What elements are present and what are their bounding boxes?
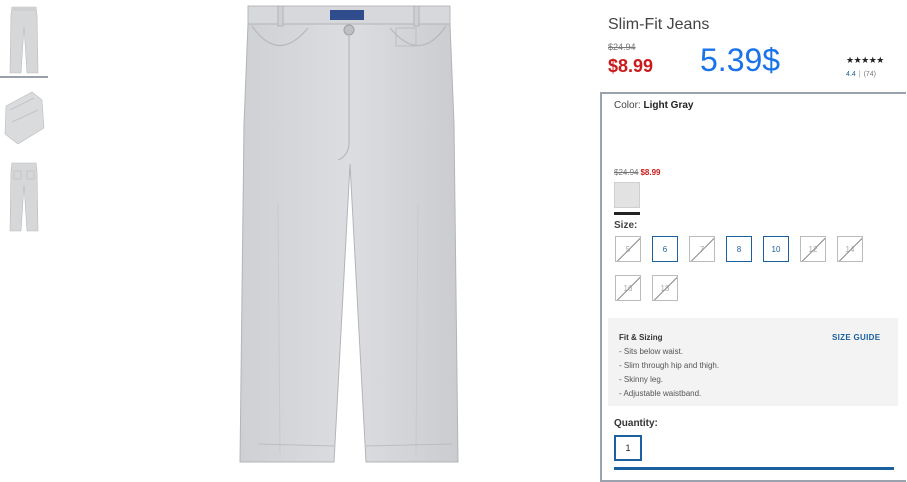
size-option-14[interactable]: 14 (837, 236, 863, 262)
size-option-16[interactable]: 16 (615, 275, 641, 301)
size-option-label: 18 (660, 283, 670, 293)
size-option-label: 12 (808, 244, 818, 254)
size-option-label: 16 (623, 283, 633, 293)
swatch-sale-price: $8.99 (640, 168, 661, 177)
fit-detail-line: - Sits below waist. (619, 347, 684, 356)
thumbnail-folded[interactable] (0, 86, 48, 148)
size-option-label: 8 (736, 244, 742, 254)
size-option-label: 5 (625, 244, 631, 254)
rating-stars-icon[interactable]: ★★★★★ (846, 55, 884, 66)
swatch-original-price: $24.94 (614, 168, 639, 177)
thumbnail-front[interactable] (0, 4, 48, 78)
overlay-price: 5.39$ (700, 42, 781, 78)
size-option-12[interactable]: 12 (800, 236, 826, 262)
sale-price: $8.99 (608, 56, 654, 76)
fit-detail-line: - Adjustable waistband. (619, 389, 702, 398)
color-label-text: Color: (614, 100, 641, 111)
size-option-label: 10 (771, 244, 781, 254)
size-option-8[interactable]: 8 (726, 236, 752, 262)
size-option-7[interactable]: 7 (689, 236, 715, 262)
product-title: Slim-Fit Jeans (608, 16, 710, 33)
fit-sizing-title: Fit & Sizing (619, 333, 663, 342)
swatch-selected-indicator (614, 212, 640, 215)
review-count: (74) (863, 71, 877, 78)
size-option-label: 6 (662, 244, 668, 254)
size-option-label: 7 (699, 244, 705, 254)
fit-detail-line: - Skinny leg. (619, 375, 664, 384)
size-option-label: 14 (845, 244, 855, 254)
jeans-thumbnail-back-icon (9, 162, 39, 232)
rating-value: 4.4 (846, 71, 856, 78)
size-option-18[interactable]: 18 (652, 275, 678, 301)
product-image-jeans (239, 5, 459, 463)
jeans-thumbnail-front-icon (9, 6, 39, 74)
original-price: $24.94 (608, 42, 636, 52)
size-option-6[interactable]: 6 (652, 236, 678, 262)
jeans-thumbnail-folded-icon (4, 91, 45, 145)
thumbnail-back[interactable] (0, 160, 48, 234)
rating-summary[interactable]: 4.4 | (74) (846, 71, 876, 78)
size-option-5[interactable]: 5 (615, 236, 641, 262)
size-guide-link[interactable]: SIZE GUIDE (832, 333, 880, 342)
quantity-label: Quantity: (614, 418, 658, 429)
color-swatch-light-gray[interactable] (614, 182, 640, 208)
quantity-input[interactable]: 1 (614, 435, 642, 461)
size-option-10[interactable]: 10 (763, 236, 789, 262)
color-value: Light Gray (643, 100, 694, 111)
fit-detail-line: - Slim through hip and thigh. (619, 361, 720, 370)
size-label: Size: (614, 220, 638, 231)
color-label: Color: Light Gray (614, 100, 693, 111)
swatch-price: $24.94 $8.99 (614, 168, 661, 177)
